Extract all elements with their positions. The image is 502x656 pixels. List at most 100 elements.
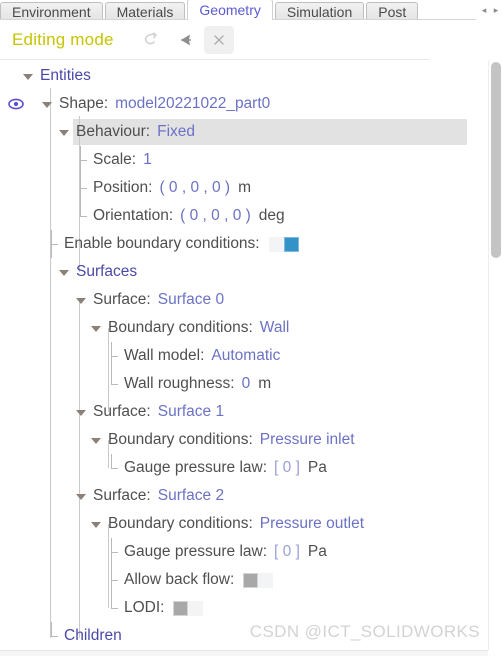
tree-item-surface-0[interactable]: Surface: Surface 0	[0, 286, 502, 314]
tree-item-surface-2[interactable]: Surface: Surface 2	[0, 482, 502, 510]
tree-item-wall-roughness[interactable]: Wall roughness: 0 m	[0, 370, 502, 398]
tab-geometry-label: Geometry	[199, 1, 261, 18]
tree-item-enable-boundary-conditions[interactable]: Enable boundary conditions:	[0, 230, 502, 258]
tree-item-shape[interactable]: Shape: model20221022_part0	[0, 90, 502, 118]
wall-roughness-label: Wall roughness:	[124, 375, 235, 392]
tree-item-surface-1[interactable]: Surface: Surface 1	[0, 398, 502, 426]
close-icon	[213, 35, 224, 45]
surface-2-gauge-value[interactable]: [ 0 ]	[274, 543, 300, 561]
surface-2-gauge-unit: Pa	[307, 543, 327, 560]
tree-item-entities-label: Entities	[40, 67, 91, 84]
bottom-bar	[0, 650, 488, 656]
wall-roughness-unit: m	[258, 375, 272, 392]
redo-button[interactable]	[170, 26, 200, 54]
tree-group-children[interactable]: Children	[0, 622, 502, 650]
tab-scroll-prev-icon[interactable]: ◂	[478, 0, 490, 20]
tree-item-orientation-value[interactable]: ( 0 , 0 , 0 )	[180, 207, 251, 225]
surface-2-bc-label: Boundary conditions:	[108, 515, 253, 532]
chevron-down-icon[interactable]	[58, 266, 71, 279]
tree-guide-surfaces-children	[79, 300, 80, 638]
tree-item-shape-label: Shape:	[59, 95, 109, 112]
tree-item-surface-2-bc[interactable]: Boundary conditions: Pressure outlet	[0, 510, 502, 538]
tab-simulation[interactable]: Simulation	[274, 2, 365, 20]
tree-item-wall-model[interactable]: Wall model: Automatic	[0, 342, 502, 370]
tab-bar: Environment Materials Geometry Simulatio…	[0, 0, 502, 20]
tree-item-surface-1-value[interactable]: Surface 1	[158, 403, 224, 421]
tree-item-orientation[interactable]: Orientation: ( 0 , 0 , 0 ) deg	[0, 202, 502, 230]
undo-icon	[144, 32, 157, 45]
tree-connector	[106, 342, 119, 370]
chevron-down-icon[interactable]	[22, 70, 35, 83]
tab-materials[interactable]: Materials	[104, 2, 186, 20]
tab-environment-label: Environment	[12, 3, 91, 20]
tree-item-surface-2-value[interactable]: Surface 2	[158, 487, 224, 505]
toggle-knob	[173, 600, 189, 616]
chevron-down-icon[interactable]	[58, 126, 71, 139]
close-editing-button[interactable]	[203, 26, 234, 54]
surface-1-bc-label: Boundary conditions:	[108, 431, 253, 448]
header-action-icons	[136, 26, 234, 54]
tree-item-scale-label: Scale:	[93, 151, 137, 168]
tree-item-surface-0-value[interactable]: Surface 0	[158, 291, 224, 309]
visibility-toggle[interactable]	[8, 96, 24, 112]
surface-2-bc-value[interactable]: Pressure outlet	[260, 515, 364, 533]
surface-1-gauge-value[interactable]: [ 0 ]	[274, 459, 300, 477]
tab-geometry[interactable]: Geometry	[187, 0, 273, 20]
tree-item-position-value[interactable]: ( 0 , 0 , 0 )	[159, 179, 230, 197]
tree-item-surface-0-bc[interactable]: Boundary conditions: Wall	[0, 314, 502, 342]
toggle-knob	[283, 236, 299, 252]
tree-group-children-label: Children	[64, 627, 122, 644]
tab-simulation-label: Simulation	[286, 3, 353, 20]
wall-roughness-value[interactable]: 0	[242, 375, 251, 393]
tree-item-scale[interactable]: Scale: 1	[0, 146, 502, 174]
vertical-scrollbar[interactable]	[488, 60, 502, 650]
chevron-down-icon[interactable]	[75, 490, 88, 503]
surface-1-bc-value[interactable]: Pressure inlet	[260, 431, 355, 449]
surface-1-gauge-label: Gauge pressure law:	[124, 459, 268, 476]
surface-0-bc-value[interactable]: Wall	[260, 319, 290, 337]
chevron-down-icon[interactable]	[90, 434, 103, 447]
tree-item-entities[interactable]: Entities	[0, 62, 502, 90]
enable-boundary-conditions-label: Enable boundary conditions:	[64, 235, 260, 252]
chevron-down-icon[interactable]	[75, 406, 88, 419]
tree-item-behaviour-value[interactable]: Fixed	[157, 123, 195, 141]
tree-item-position[interactable]: Position: ( 0 , 0 , 0 ) m	[0, 174, 502, 202]
tab-post[interactable]: Post	[366, 2, 419, 20]
eye-icon	[8, 98, 24, 110]
surface-1-gauge-unit: Pa	[307, 459, 327, 476]
tree-guide-surfaces	[50, 272, 51, 638]
wall-model-label: Wall model:	[124, 347, 205, 364]
wall-model-value[interactable]: Automatic	[211, 347, 280, 365]
allow-back-flow-toggle[interactable]	[243, 572, 274, 588]
tree-item-surface-2-gauge-pressure[interactable]: Gauge pressure law: [ 0 ] Pa	[0, 538, 502, 566]
geometry-tree[interactable]: Entities Shape: model20221022_part0 Beha…	[0, 60, 502, 656]
tree-connector	[106, 454, 119, 482]
lodi-toggle[interactable]	[173, 600, 204, 616]
allow-back-flow-label: Allow back flow:	[124, 571, 235, 588]
tree-item-surface-1-gauge-pressure[interactable]: Gauge pressure law: [ 0 ] Pa	[0, 454, 502, 482]
tab-scroll-next-icon[interactable]: ▸	[490, 0, 502, 20]
tree-connector	[75, 202, 88, 230]
enable-boundary-conditions-toggle[interactable]	[268, 236, 299, 252]
tab-environment[interactable]: Environment	[0, 2, 103, 20]
chevron-down-icon[interactable]	[41, 98, 54, 111]
tree-connector	[106, 594, 119, 622]
scrollbar-thumb[interactable]	[491, 62, 501, 258]
tree-connector	[46, 230, 59, 258]
surface-0-bc-label: Boundary conditions:	[108, 319, 253, 336]
tree-connector	[106, 566, 119, 594]
tree-item-surface-1-bc[interactable]: Boundary conditions: Pressure inlet	[0, 426, 502, 454]
tree-item-shape-value[interactable]: model20221022_part0	[115, 95, 270, 113]
tree-item-behaviour[interactable]: Behaviour: Fixed	[0, 118, 502, 146]
chevron-down-icon[interactable]	[75, 294, 88, 307]
tree-item-allow-back-flow[interactable]: Allow back flow:	[0, 566, 502, 594]
tree-item-scale-value[interactable]: 1	[143, 151, 152, 169]
tree-group-surfaces[interactable]: Surfaces	[0, 258, 502, 286]
chevron-down-icon[interactable]	[90, 322, 103, 335]
tree-item-lodi[interactable]: LODI:	[0, 594, 502, 622]
undo-button[interactable]	[136, 26, 166, 54]
chevron-down-icon[interactable]	[90, 518, 103, 531]
tree-group-surfaces-label: Surfaces	[76, 263, 138, 280]
surface-2-gauge-label: Gauge pressure law:	[124, 543, 268, 560]
lodi-label: LODI:	[124, 599, 165, 616]
